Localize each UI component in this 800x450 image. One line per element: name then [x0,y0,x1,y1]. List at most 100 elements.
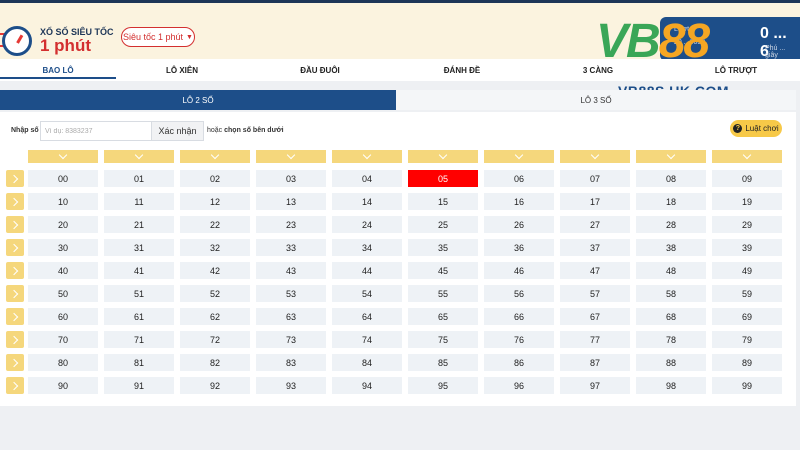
number-cell[interactable]: 37 [560,239,630,256]
subtab-lo-2-so[interactable]: LÔ 2 SỐ [0,90,396,110]
column-select-button[interactable] [484,150,554,163]
number-cell[interactable]: 10 [28,193,98,210]
number-cell[interactable]: 84 [332,354,402,371]
number-cell-selected[interactable]: 05 [408,170,478,187]
number-cell[interactable]: 43 [256,262,326,279]
number-cell[interactable]: 78 [636,331,706,348]
number-cell[interactable]: 53 [256,285,326,302]
number-cell[interactable]: 91 [104,377,174,394]
column-select-button[interactable] [712,150,782,163]
number-cell[interactable]: 97 [560,377,630,394]
number-cell[interactable]: 47 [560,262,630,279]
number-cell[interactable]: 98 [636,377,706,394]
number-cell[interactable]: 48 [636,262,706,279]
number-cell[interactable]: 62 [180,308,250,325]
number-cell[interactable]: 61 [104,308,174,325]
row-select-button[interactable] [6,216,24,233]
number-cell[interactable]: 49 [712,262,782,279]
number-cell[interactable]: 45 [408,262,478,279]
number-cell[interactable]: 40 [28,262,98,279]
column-select-button[interactable] [180,150,250,163]
number-cell[interactable]: 72 [180,331,250,348]
number-cell[interactable]: 60 [28,308,98,325]
row-select-button[interactable] [6,331,24,348]
number-cell[interactable]: 52 [180,285,250,302]
number-cell[interactable]: 69 [712,308,782,325]
number-cell[interactable]: 16 [484,193,554,210]
row-select-button[interactable] [6,285,24,302]
row-select-button[interactable] [6,170,24,187]
number-cell[interactable]: 24 [332,216,402,233]
number-cell[interactable]: 87 [560,354,630,371]
tab-3-cang[interactable]: 3 CÀNG [548,66,648,75]
number-cell[interactable]: 77 [560,331,630,348]
number-cell[interactable]: 68 [636,308,706,325]
column-select-button[interactable] [408,150,478,163]
number-cell[interactable]: 83 [256,354,326,371]
number-cell[interactable]: 39 [712,239,782,256]
rules-button[interactable]: ? Luật chơi [730,120,782,137]
number-cell[interactable]: 21 [104,216,174,233]
number-cell[interactable]: 20 [28,216,98,233]
number-cell[interactable]: 92 [180,377,250,394]
number-cell[interactable]: 85 [408,354,478,371]
number-cell[interactable]: 73 [256,331,326,348]
column-select-button[interactable] [636,150,706,163]
number-cell[interactable]: 76 [484,331,554,348]
number-cell[interactable]: 33 [256,239,326,256]
number-cell[interactable]: 74 [332,331,402,348]
number-cell[interactable]: 22 [180,216,250,233]
number-cell[interactable]: 86 [484,354,554,371]
number-cell[interactable]: 55 [408,285,478,302]
column-select-button[interactable] [28,150,98,163]
row-select-button[interactable] [6,308,24,325]
number-cell[interactable]: 12 [180,193,250,210]
row-select-button[interactable] [6,262,24,279]
number-cell[interactable]: 64 [332,308,402,325]
row-select-button[interactable] [6,193,24,210]
column-select-button[interactable] [256,150,326,163]
number-cell[interactable]: 50 [28,285,98,302]
number-cell[interactable]: 65 [408,308,478,325]
number-cell[interactable]: 56 [484,285,554,302]
number-cell[interactable]: 27 [560,216,630,233]
number-cell[interactable]: 89 [712,354,782,371]
number-cell[interactable]: 09 [712,170,782,187]
number-cell[interactable]: 23 [256,216,326,233]
tab-dau-duoi[interactable]: ĐẦU ĐUÔI [270,66,370,75]
number-cell[interactable]: 44 [332,262,402,279]
tab-lo-xien[interactable]: LÔ XIÊN [132,66,232,75]
number-cell[interactable]: 36 [484,239,554,256]
subtab-lo-3-so[interactable]: LÔ 3 SỐ [396,90,796,110]
number-cell[interactable]: 58 [636,285,706,302]
confirm-button[interactable]: Xác nhận [151,121,204,141]
number-cell[interactable]: 70 [28,331,98,348]
number-cell[interactable]: 03 [256,170,326,187]
number-cell[interactable]: 15 [408,193,478,210]
number-cell[interactable]: 31 [104,239,174,256]
number-cell[interactable]: 66 [484,308,554,325]
number-cell[interactable]: 54 [332,285,402,302]
column-select-button[interactable] [332,150,402,163]
number-cell[interactable]: 57 [560,285,630,302]
number-cell[interactable]: 79 [712,331,782,348]
number-cell[interactable]: 63 [256,308,326,325]
number-cell[interactable]: 13 [256,193,326,210]
number-cell[interactable]: 46 [484,262,554,279]
number-cell[interactable]: 28 [636,216,706,233]
number-cell[interactable]: 14 [332,193,402,210]
number-cell[interactable]: 81 [104,354,174,371]
number-cell[interactable]: 35 [408,239,478,256]
number-cell[interactable]: 25 [408,216,478,233]
number-cell[interactable]: 99 [712,377,782,394]
number-cell[interactable]: 82 [180,354,250,371]
number-cell[interactable]: 51 [104,285,174,302]
number-cell[interactable]: 80 [28,354,98,371]
number-cell[interactable]: 26 [484,216,554,233]
number-cell[interactable]: 90 [28,377,98,394]
number-cell[interactable]: 96 [484,377,554,394]
number-cell[interactable]: 00 [28,170,98,187]
column-select-button[interactable] [560,150,630,163]
row-select-button[interactable] [6,354,24,371]
number-cell[interactable]: 94 [332,377,402,394]
